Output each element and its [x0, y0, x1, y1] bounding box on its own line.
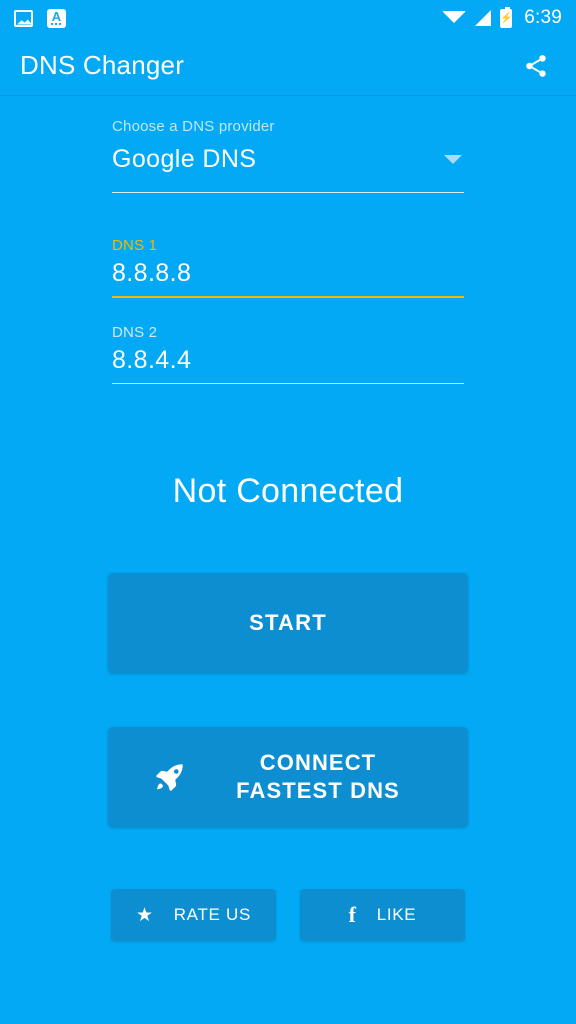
chevron-down-icon: [444, 154, 462, 164]
dns1-label: DNS 1: [112, 237, 158, 254]
dns2-input[interactable]: 8.8.4.4: [112, 343, 464, 377]
dns-provider-underline: [112, 192, 464, 193]
cellular-signal-icon: [475, 10, 492, 26]
facebook-icon: f: [348, 902, 357, 927]
dns2-field[interactable]: DNS 2 8.8.4.4: [112, 324, 464, 384]
photo-icon: [14, 9, 33, 27]
dns1-field[interactable]: DNS 1 8.8.8.8: [112, 237, 464, 298]
main-content: Choose a DNS provider Google DNS DNS 1 8…: [0, 118, 576, 384]
connect-fastest-dns-button[interactable]: CONNECT FASTEST DNS: [108, 727, 468, 827]
dns-provider-row[interactable]: Google DNS: [112, 142, 464, 176]
rate-us-button[interactable]: ★ RATE US: [111, 889, 276, 941]
page-title: DNS Changer: [20, 50, 185, 80]
app-bar: DNS Changer: [0, 36, 576, 96]
keyboard-language-icon: A: [47, 8, 66, 28]
dns1-underline: [112, 296, 464, 298]
app-screen: A 6:39 DNS Changer Choose a DNS provider…: [0, 0, 576, 1024]
dns-provider-value: Google DNS: [112, 145, 257, 173]
share-button[interactable]: [516, 46, 556, 86]
secondary-actions: ★ RATE US f LIKE: [0, 889, 576, 941]
share-icon: [526, 54, 546, 77]
wifi-icon: [442, 11, 467, 23]
battery-charging-icon: [500, 6, 513, 28]
dns1-input[interactable]: 8.8.8.8: [112, 256, 464, 290]
star-icon: ★: [135, 904, 154, 926]
status-bar-right-icons: 6:39: [442, 6, 562, 29]
status-bar-clock: 6:39: [524, 7, 562, 28]
connection-status: Not Connected: [172, 472, 404, 510]
dns-provider-label: Choose a DNS provider: [112, 118, 275, 135]
dns-provider-select[interactable]: Choose a DNS provider Google DNS: [112, 118, 464, 193]
status-bar: A 6:39: [0, 0, 576, 36]
connect-fastest-dns-label: CONNECT FASTEST DNS: [236, 750, 400, 803]
status-bar-left-icons: A: [14, 8, 66, 28]
rocket-icon: [156, 764, 183, 791]
rate-us-label: RATE US: [173, 905, 252, 924]
start-button[interactable]: START: [108, 573, 468, 673]
like-button[interactable]: f LIKE: [300, 889, 465, 941]
like-label: LIKE: [376, 905, 417, 924]
dns2-label: DNS 2: [112, 324, 158, 341]
dns2-underline: [112, 383, 464, 384]
